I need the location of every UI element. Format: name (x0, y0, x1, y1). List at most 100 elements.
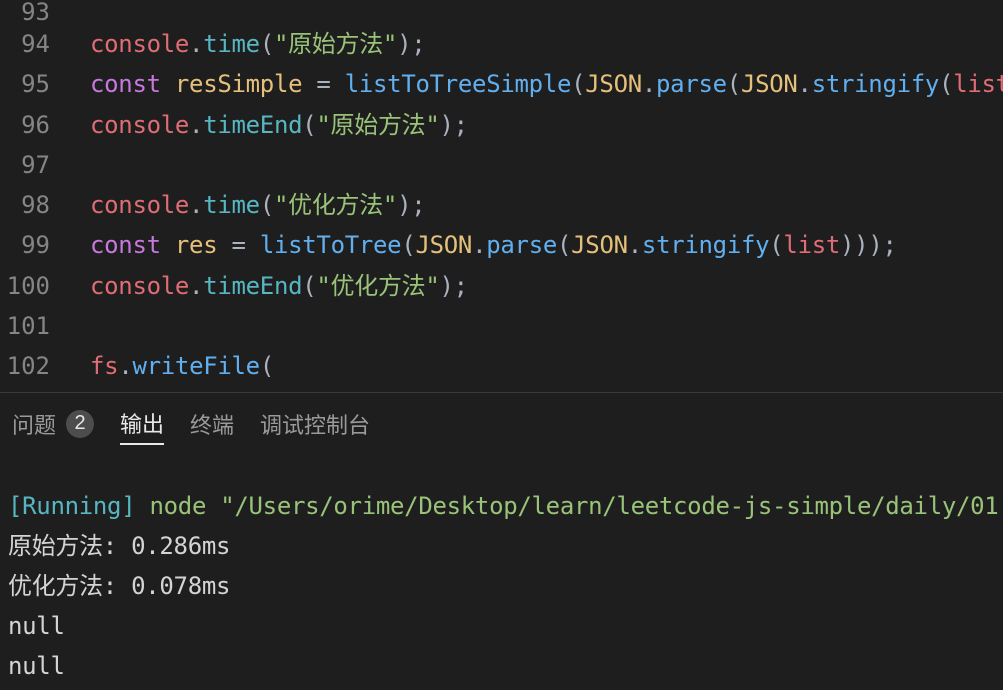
code-line[interactable] (90, 306, 1003, 346)
code-token: const (90, 231, 161, 259)
code-token: ( (260, 191, 274, 219)
code-line[interactable]: console.time("原始方法"); (90, 24, 1003, 64)
code-token (161, 70, 175, 98)
line-number: 102 (0, 346, 50, 386)
code-token (217, 231, 231, 259)
code-token: res (175, 231, 217, 259)
code-token: listToTree (260, 231, 402, 259)
code-line[interactable] (90, 145, 1003, 185)
code-token: = (316, 70, 330, 98)
code-token: "原始方法" (274, 30, 397, 58)
code-token: ( (939, 70, 953, 98)
running-command: node "/Users/orime/Desktop/learn/leetcod… (135, 492, 1003, 520)
tab-terminal[interactable]: 终端 (190, 408, 234, 444)
code-token: console (90, 272, 189, 300)
code-line[interactable]: console.time("优化方法"); (90, 185, 1003, 225)
code-token: parse (656, 70, 727, 98)
terminal-line: null (8, 646, 995, 686)
code-token: console (90, 30, 189, 58)
code-token: listToTreeSimple (345, 70, 571, 98)
line-number: 95 (0, 64, 50, 104)
code-token: . (798, 70, 812, 98)
code-token (331, 70, 345, 98)
code-line[interactable]: console.timeEnd("优化方法"); (90, 266, 1003, 306)
code-token: . (189, 30, 203, 58)
code-token: "原始方法" (316, 111, 439, 139)
code-token (246, 231, 260, 259)
code-token: ( (571, 70, 585, 98)
terminal-line: 原始方法: 0.286ms (8, 526, 995, 566)
code-token: JSON (585, 70, 642, 98)
terminal-line: 优化方法: 0.078ms (8, 566, 995, 606)
line-number: 93 (0, 0, 50, 24)
code-token: timeEnd (203, 111, 302, 139)
code-line[interactable]: const resSimple = listToTreeSimple(JSON.… (90, 64, 1003, 104)
code-token: . (189, 272, 203, 300)
code-token: ( (302, 111, 316, 139)
code-token: ))); (840, 231, 897, 259)
code-token: ( (260, 352, 274, 380)
code-token (302, 70, 316, 98)
code-token: JSON (571, 231, 628, 259)
code-token: JSON (741, 70, 798, 98)
panel-tab-bar: 问题 2 输出 终端 调试控制台 (0, 392, 1003, 456)
tab-terminal-label: 终端 (190, 408, 234, 440)
code-token: ); (440, 272, 468, 300)
line-number: 100 (0, 266, 50, 306)
tab-problems[interactable]: 问题 2 (12, 408, 94, 444)
terminal-line: null (8, 606, 995, 646)
code-token: "优化方法" (274, 191, 397, 219)
tab-output[interactable]: 输出 (120, 407, 164, 445)
running-tag: [Running] (8, 492, 135, 520)
code-token: . (628, 231, 642, 259)
line-number: 97 (0, 145, 50, 185)
line-number: 101 (0, 306, 50, 346)
code-token: . (189, 191, 203, 219)
line-number: 98 (0, 185, 50, 225)
code-token: JSON (415, 231, 472, 259)
line-number-gutter: 93949596979899100101102 (0, 0, 62, 392)
code-token: = (232, 231, 246, 259)
tab-problems-label: 问题 (12, 408, 56, 440)
tab-output-label: 输出 (120, 407, 164, 439)
code-token: ( (727, 70, 741, 98)
code-token: list (783, 231, 840, 259)
code-token: ); (397, 191, 425, 219)
code-token: const (90, 70, 161, 98)
code-token: ( (401, 231, 415, 259)
code-token: list (953, 70, 1003, 98)
code-line[interactable]: fs.writeFile( (90, 346, 1003, 386)
code-token: . (189, 111, 203, 139)
code-token: ); (397, 30, 425, 58)
code-token: "优化方法" (316, 272, 439, 300)
tab-debug-console-label: 调试控制台 (260, 408, 370, 440)
code-token: ( (302, 272, 316, 300)
code-token: ); (440, 111, 468, 139)
line-number: 94 (0, 24, 50, 64)
code-line[interactable]: console.timeEnd("原始方法"); (90, 105, 1003, 145)
code-token: resSimple (175, 70, 302, 98)
code-token (161, 231, 175, 259)
code-token: time (203, 191, 260, 219)
code-token: timeEnd (203, 272, 302, 300)
code-token: stringify (812, 70, 939, 98)
line-number: 96 (0, 105, 50, 145)
code-token: time (203, 30, 260, 58)
code-content[interactable]: console.time("原始方法");const resSimple = l… (62, 0, 1003, 392)
code-line[interactable]: const res = listToTree(JSON.parse(JSON.s… (90, 225, 1003, 265)
code-token: writeFile (132, 352, 259, 380)
code-token: ( (557, 231, 571, 259)
code-token: console (90, 111, 189, 139)
code-token: ( (260, 30, 274, 58)
code-token: stringify (642, 231, 769, 259)
tab-debug-console[interactable]: 调试控制台 (260, 408, 370, 444)
line-number: 99 (0, 225, 50, 265)
terminal-line-running: [Running] node "/Users/orime/Desktop/lea… (8, 486, 995, 526)
code-token: console (90, 191, 189, 219)
code-token: . (472, 231, 486, 259)
code-token: parse (486, 231, 557, 259)
code-editor[interactable]: 93949596979899100101102 console.time("原始… (0, 0, 1003, 392)
output-panel[interactable]: [Running] node "/Users/orime/Desktop/lea… (0, 456, 1003, 690)
code-line[interactable] (90, 0, 1003, 24)
code-token: ( (769, 231, 783, 259)
